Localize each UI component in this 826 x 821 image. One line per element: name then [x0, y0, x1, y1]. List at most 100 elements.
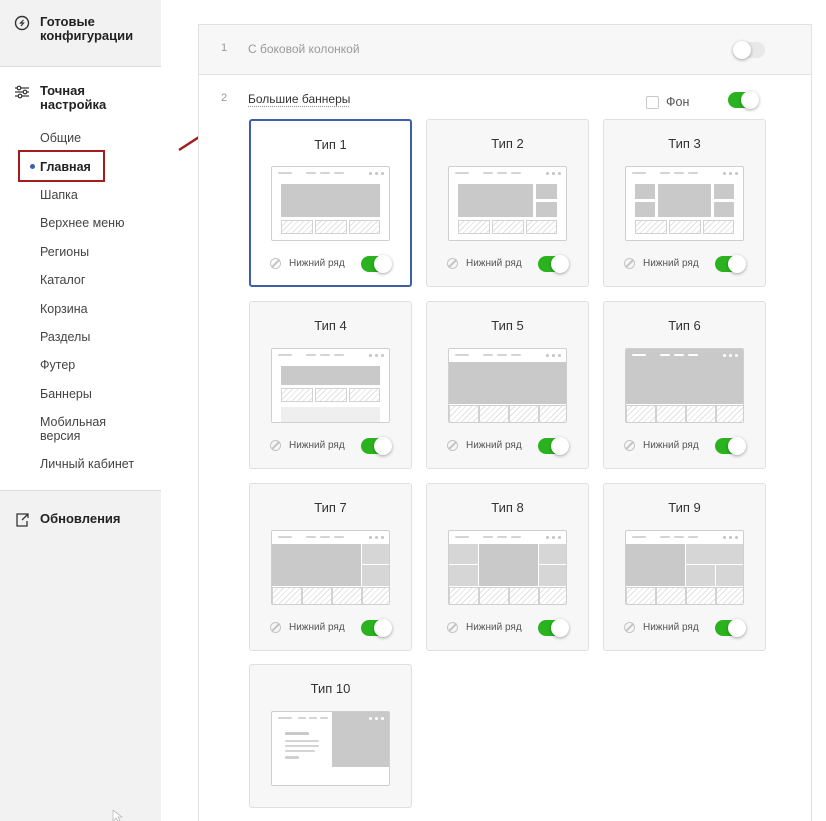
layout-card-type-9[interactable]: Тип 9 Нижний ряд [603, 483, 766, 651]
layout-card-type-10[interactable]: Тип 10 [249, 664, 412, 808]
bottom-row-toggle[interactable] [361, 620, 391, 636]
sidebar-item-footer[interactable]: Футер [40, 358, 75, 372]
sidebar-item-header[interactable]: Шапка [40, 188, 78, 202]
layout-thumbnail [271, 711, 390, 786]
sidebar-item-banners[interactable]: Баннеры [40, 387, 92, 401]
divider [0, 490, 161, 491]
bottom-row-option: Нижний ряд [624, 438, 749, 454]
side-column-toggle[interactable] [735, 42, 765, 58]
bottom-row-label: Нижний ряд [289, 440, 345, 451]
disabled-icon [624, 622, 635, 633]
bottom-row-label: Нижний ряд [643, 622, 699, 633]
sidebar-item-account[interactable]: Личный кабинет [40, 457, 134, 471]
bottom-row-option: Нижний ряд [624, 620, 749, 636]
big-banners-label[interactable]: Большие баннеры [248, 92, 350, 106]
bottom-row-toggle[interactable] [715, 438, 745, 454]
disabled-icon [624, 258, 635, 269]
layout-card-type-6[interactable]: Тип 6 Нижний ряд [603, 301, 766, 469]
bottom-row-toggle[interactable] [538, 438, 568, 454]
card-title: Тип 2 [427, 136, 588, 151]
toggle-knob [551, 437, 569, 455]
layout-card-type-2[interactable]: Тип 2 Нижний ряд [426, 119, 589, 287]
sidebar-fine-tuning[interactable]: Точная настройка [14, 84, 150, 112]
bottom-row-option: Нижний ряд [447, 256, 572, 272]
disabled-icon [447, 440, 458, 451]
bottom-row-toggle[interactable] [538, 620, 568, 636]
disabled-icon [447, 258, 458, 269]
disabled-icon [270, 440, 281, 451]
sidebar-item-main[interactable]: Главная [40, 160, 91, 174]
layout-thumbnail [271, 348, 390, 423]
disabled-icon [270, 622, 281, 633]
toggle-knob [728, 619, 746, 637]
card-title: Тип 9 [604, 500, 765, 515]
layout-card-type-5[interactable]: Тип 5 Нижний ряд [426, 301, 589, 469]
toggle-knob [551, 255, 569, 273]
toggle-knob [728, 255, 746, 273]
bottom-row-option: Нижний ряд [270, 438, 395, 454]
layout-card-type-4[interactable]: Тип 4 Нижний ряд [249, 301, 412, 469]
bottom-row-toggle[interactable] [715, 620, 745, 636]
layout-card-type-3[interactable]: Тип 3 Нижний ряд [603, 119, 766, 287]
sidebar-ready-configs[interactable]: Готовые конфигурации [14, 15, 150, 43]
card-title: Тип 3 [604, 136, 765, 151]
bottom-row-toggle[interactable] [361, 438, 391, 454]
toggle-knob [728, 437, 746, 455]
disabled-icon [447, 622, 458, 633]
layout-thumbnail [625, 166, 744, 241]
sidebar-item-regions[interactable]: Регионы [40, 245, 89, 259]
bottom-row-label: Нижний ряд [466, 440, 522, 451]
layout-thumbnail [448, 530, 567, 605]
card-title: Тип 8 [427, 500, 588, 515]
layout-card-type-1[interactable]: Тип 1 Нижний ряд [249, 119, 412, 287]
sidebar-item-general[interactable]: Общие [40, 131, 81, 145]
bottom-row-label: Нижний ряд [289, 258, 345, 269]
updates-icon [14, 512, 30, 528]
disabled-icon [624, 440, 635, 451]
card-title: Тип 10 [250, 681, 411, 696]
bottom-row-label: Нижний ряд [466, 622, 522, 633]
row-number: 2 [221, 92, 227, 104]
toggle-knob [374, 255, 392, 273]
layout-thumbnail [625, 530, 744, 605]
layout-card-type-7[interactable]: Тип 7 Нижний ряд [249, 483, 412, 651]
sidebar-updates-label: Обновления [40, 512, 150, 526]
row-label: С боковой колонкой [248, 42, 360, 56]
layout-thumbnail [625, 348, 744, 423]
bottom-row-option: Нижний ряд [624, 256, 749, 272]
config-icon [14, 15, 30, 31]
bottom-row-toggle[interactable] [715, 256, 745, 272]
sidebar-item-mobile[interactable]: Мобильная версия [40, 415, 130, 443]
disabled-icon [270, 258, 281, 269]
layout-thumbnail [271, 166, 390, 241]
sidebar-item-catalog[interactable]: Каталог [40, 273, 85, 287]
bottom-row-label: Нижний ряд [289, 622, 345, 633]
bottom-row-option: Нижний ряд [270, 620, 395, 636]
sidebar-fine-tuning-label: Точная настройка [40, 84, 150, 112]
sidebar-item-top-menu[interactable]: Верхнее меню [40, 216, 124, 230]
layout-thumbnail [448, 348, 567, 423]
active-dot [30, 164, 35, 169]
toggle-knob [374, 619, 392, 637]
background-label: Фон [666, 95, 689, 109]
card-title: Тип 1 [251, 137, 410, 152]
sidebar-item-sections[interactable]: Разделы [40, 330, 90, 344]
layout-card-type-8[interactable]: Тип 8 Нижний ряд [426, 483, 589, 651]
toggle-knob [741, 91, 759, 109]
card-title: Тип 6 [604, 318, 765, 333]
bottom-row-option: Нижний ряд [447, 438, 572, 454]
card-title: Тип 7 [250, 500, 411, 515]
row-number: 1 [221, 42, 227, 54]
big-banners-toggle[interactable] [728, 92, 758, 108]
toggle-knob [374, 437, 392, 455]
toggle-knob [733, 41, 751, 59]
bottom-row-toggle[interactable] [361, 256, 391, 272]
option-row-side-column: 1 С боковой колонкой [199, 25, 811, 75]
card-title: Тип 4 [250, 318, 411, 333]
sidebar-ready-configs-label: Готовые конфигурации [40, 15, 150, 43]
bottom-row-toggle[interactable] [538, 256, 568, 272]
sidebar-item-cart[interactable]: Корзина [40, 302, 88, 316]
layout-thumbnail [448, 166, 567, 241]
sidebar-updates[interactable]: Обновления [14, 512, 150, 528]
background-checkbox[interactable] [646, 96, 659, 109]
